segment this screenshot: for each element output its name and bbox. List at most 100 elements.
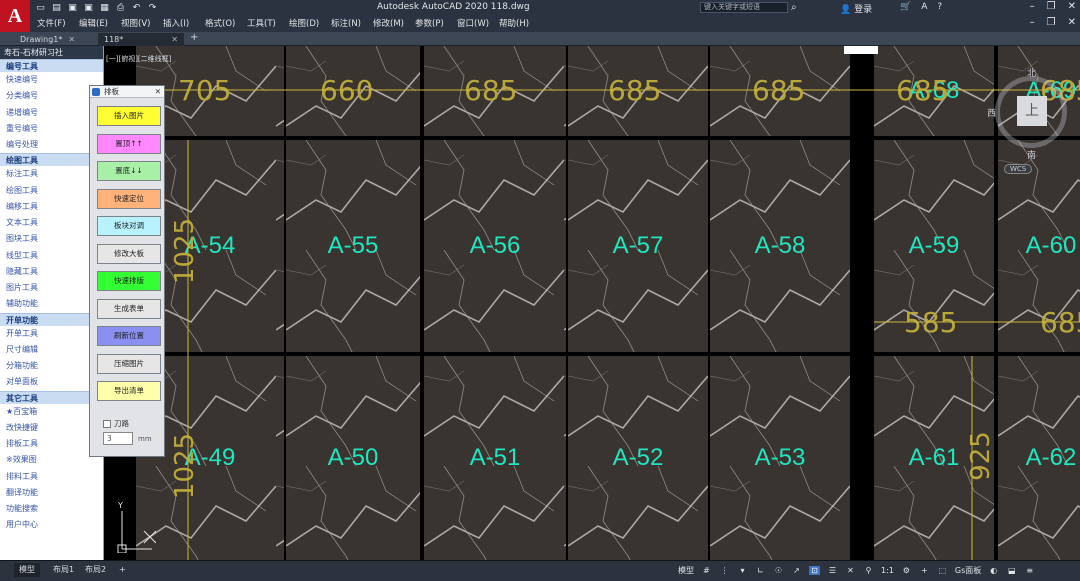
palette-link[interactable]: 翻译功能 — [0, 485, 103, 501]
viewcube-top-face[interactable]: 上 — [1017, 96, 1047, 126]
model-space-button[interactable]: 模型 — [678, 565, 694, 576]
palette-link[interactable]: 编移工具 — [0, 199, 103, 215]
tab-close-icon[interactable]: ✕ — [171, 33, 178, 46]
redo-icon[interactable]: ↷ — [146, 3, 159, 14]
palette-link[interactable]: 隐藏工具 — [0, 264, 103, 280]
panel-button[interactable]: 置顶↑↑ — [97, 133, 161, 154]
restore-icon[interactable]: ❐ — [1047, 1, 1056, 12]
palette-link[interactable]: 编号处理 — [0, 137, 103, 153]
viewport-controls[interactable]: [一][俯视][二维线框] — [106, 54, 171, 64]
menu-file[interactable]: 文件(F) — [37, 17, 79, 29]
tab-close-icon[interactable]: ✕ — [68, 33, 75, 46]
a360-icon[interactable]: A — [921, 2, 927, 12]
snap-icon[interactable]: ⋮ — [719, 566, 730, 575]
menu-format[interactable]: 格式(O) — [205, 17, 247, 29]
menu-view[interactable]: 视图(V) — [121, 17, 163, 29]
panel-button[interactable]: 压缩图片 — [97, 353, 161, 374]
menu-help[interactable]: 帮助(H) — [499, 17, 541, 29]
cut-width-input[interactable]: 3 — [103, 432, 133, 445]
print-icon[interactable]: ⎙ — [114, 3, 127, 14]
marble-slab[interactable]: A-51 — [424, 356, 566, 560]
palette-section-header[interactable]: 编号工具 — [0, 59, 103, 72]
palette-link[interactable]: 线型工具 — [0, 248, 103, 264]
autocad-logo[interactable]: A — [0, 0, 30, 32]
doc-minimize-icon[interactable]: – — [1030, 17, 1035, 28]
undo-icon[interactable]: ↶ — [130, 3, 143, 14]
palette-link[interactable]: 改快捷键 — [0, 420, 103, 436]
marble-slab[interactable]: A-58 — [710, 140, 850, 352]
menu-parametric[interactable]: 参数(P) — [415, 17, 457, 29]
palette-link[interactable]: 开单工具 — [0, 326, 103, 342]
save-as-icon[interactable]: ▣ — [82, 3, 95, 14]
cart-icon[interactable]: 🛒 — [900, 2, 911, 12]
compass-south[interactable]: 南 — [1027, 148, 1036, 161]
palette-section-header[interactable]: 开单功能 — [0, 312, 103, 326]
menu-modify[interactable]: 修改(M) — [373, 17, 415, 29]
menu-draw[interactable]: 绘图(D) — [289, 17, 331, 29]
layout-tab-2[interactable]: 布局2 — [80, 563, 111, 577]
palette-link[interactable]: 排料工具 — [0, 469, 103, 485]
marble-slab[interactable]: A-50 — [286, 356, 420, 560]
palette-link[interactable]: 功能搜索 — [0, 501, 103, 517]
panel-button[interactable]: 置底↓↓ — [97, 161, 161, 181]
close-icon[interactable]: ✕ — [1068, 1, 1076, 12]
palette-link[interactable]: 递增编号 — [0, 105, 103, 121]
doc-close-icon[interactable]: ✕ — [1068, 17, 1076, 28]
compass-north[interactable]: 北 — [1027, 66, 1036, 79]
palette-link[interactable]: ※效果图 — [0, 452, 103, 468]
panel-close-icon[interactable]: ✕ — [155, 86, 161, 98]
palette-link[interactable]: 标注工具 — [0, 166, 103, 182]
plot-icon[interactable]: ▦ — [98, 3, 111, 14]
scale-dropdown[interactable]: 1:1 — [881, 566, 894, 575]
isolate-icon[interactable]: ◐ — [988, 566, 999, 575]
infer-icon[interactable]: ▾ — [737, 566, 748, 575]
menu-window[interactable]: 窗口(W) — [457, 17, 499, 29]
drawing-canvas[interactable]: [一][俯视][二维线框] A-68 A-69 A-54 A-55 A-56 A-57 A-… — [104, 46, 1080, 560]
tab-drawing1[interactable]: Drawing1* ✕ — [14, 33, 81, 46]
wcs-menu[interactable]: WCS — [1004, 164, 1033, 174]
plus-icon[interactable]: + — [919, 566, 930, 575]
layout-panel-title[interactable]: 排板 ✕ — [90, 86, 164, 98]
marble-slab[interactable]: A-55 — [286, 140, 420, 352]
palette-link[interactable]: 尺寸编辑 — [0, 342, 103, 358]
gear-icon[interactable]: ⚙ — [901, 566, 912, 575]
palette-section-header[interactable]: 其它工具 — [0, 390, 103, 404]
panel-button[interactable]: 板块对调 — [97, 216, 161, 236]
new-tab-icon[interactable]: + — [190, 32, 198, 43]
customize-icon[interactable]: ≡ — [1024, 566, 1035, 575]
ortho-icon[interactable]: ∟ — [755, 566, 766, 575]
menu-insert[interactable]: 插入(I) — [163, 17, 205, 29]
palette-link[interactable]: 分类编号 — [0, 88, 103, 104]
palette-link[interactable]: 对单面板 — [0, 374, 103, 390]
palette-link[interactable]: 分箱功能 — [0, 358, 103, 374]
compass-west[interactable]: 西 — [987, 106, 996, 119]
palette-link[interactable]: 文本工具 — [0, 215, 103, 231]
panel-button[interactable]: 生成表单 — [97, 298, 161, 319]
panel-button[interactable]: 快速排版 — [97, 271, 161, 291]
annotation-icon[interactable]: ✕ — [845, 566, 856, 575]
menu-tools[interactable]: 工具(T) — [247, 17, 289, 29]
search-icon[interactable]: ⌕ — [791, 2, 797, 13]
isodraft-icon[interactable]: ↗ — [791, 566, 802, 575]
new-file-icon[interactable]: ▭ — [34, 3, 47, 14]
layout-tab-model[interactable]: 模型 — [14, 563, 40, 577]
workspace-dropdown[interactable]: Gs面板 — [955, 565, 981, 576]
palette-link[interactable]: 用户中心 — [0, 517, 103, 533]
save-icon[interactable]: ▣ — [66, 3, 79, 14]
grid-icon[interactable]: # — [701, 566, 712, 575]
cut-path-checkbox[interactable]: 刀路 — [103, 418, 129, 429]
marble-slab[interactable]: A-56 — [424, 140, 566, 352]
palette-link[interactable]: 图片工具 — [0, 280, 103, 296]
palette-link[interactable]: 图块工具 — [0, 231, 103, 247]
menu-edit[interactable]: 编辑(E) — [79, 17, 121, 29]
marble-slab[interactable]: A-53 — [710, 356, 850, 560]
marble-slab[interactable]: A-57 — [568, 140, 708, 352]
palette-link[interactable]: ★百宝箱 — [0, 404, 103, 420]
doc-restore-icon[interactable]: ❐ — [1047, 17, 1056, 28]
minimize-icon[interactable]: – — [1030, 1, 1035, 12]
add-layout-icon[interactable]: + — [114, 563, 131, 577]
help-icon[interactable]: ? — [937, 2, 942, 12]
palette-link[interactable]: 快速编号 — [0, 72, 103, 88]
panel-button[interactable]: 刷新位置 — [97, 326, 161, 346]
palette-link[interactable]: 绘图工具 — [0, 183, 103, 199]
